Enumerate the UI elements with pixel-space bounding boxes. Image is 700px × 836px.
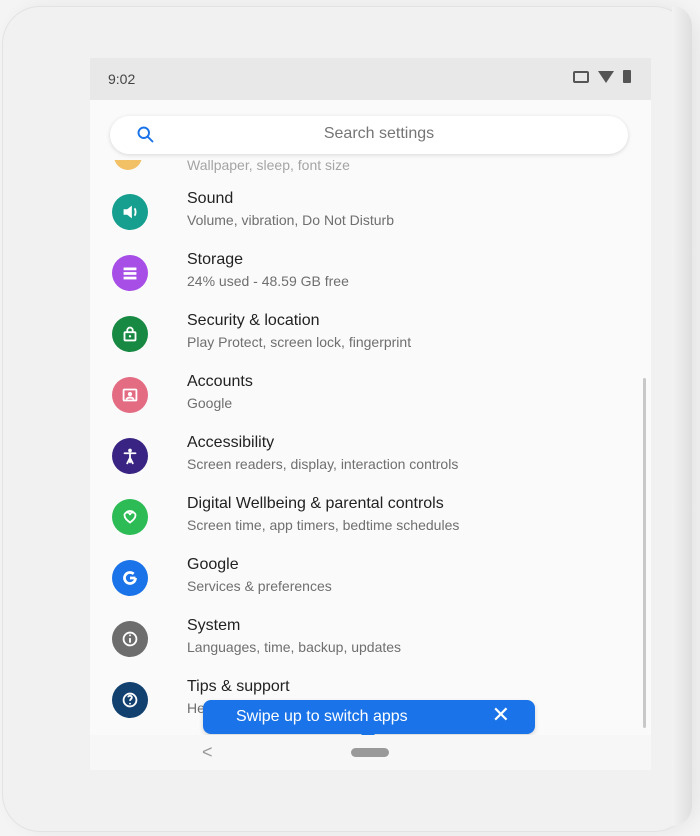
status-bar: 9:02 [90, 58, 651, 100]
display-icon [114, 160, 142, 170]
help-icon [112, 682, 148, 718]
settings-list: Wallpaper, sleep, font size Sound Volume… [90, 160, 651, 735]
wellbeing-icon [112, 499, 148, 535]
navigation-bar: < [90, 735, 651, 770]
setting-subtitle: Services & preferences [187, 578, 332, 594]
close-icon[interactable]: ✕ [492, 704, 510, 726]
status-icons [573, 70, 631, 83]
storage-icon [112, 255, 148, 291]
display-row-partial[interactable]: Wallpaper, sleep, font size [90, 160, 651, 176]
lock-icon [112, 316, 148, 352]
setting-subtitle: Languages, time, backup, updates [187, 639, 402, 655]
setting-subtitle: Google [187, 395, 233, 411]
setting-subtitle: 24% used - 48.59 GB free [187, 273, 349, 289]
settings-screen: 9:02 Wallpaper, sleep, font size Sound V… [90, 58, 651, 770]
setting-row-security-location[interactable]: Security & location Play Protect, screen… [90, 303, 651, 364]
setting-row-digital-wellbeing[interactable]: Digital Wellbeing & parental controls Sc… [90, 486, 651, 547]
phone-edge [672, 6, 692, 826]
setting-title: Storage [187, 251, 244, 268]
sound-icon [112, 194, 148, 230]
setting-subtitle: Screen readers, display, interaction con… [187, 456, 459, 472]
setting-title: Digital Wellbeing & parental controls [187, 495, 444, 512]
back-icon[interactable]: < [202, 742, 213, 763]
scrollbar[interactable] [643, 378, 646, 728]
accounts-icon [112, 377, 148, 413]
setting-row-accounts[interactable]: Accounts Google [90, 364, 651, 425]
battery-icon [623, 70, 631, 83]
home-pill[interactable] [351, 748, 389, 757]
status-time: 9:02 [108, 71, 136, 87]
search-icon[interactable] [135, 124, 156, 145]
setting-row-sound[interactable]: Sound Volume, vibration, Do Not Disturb [90, 181, 651, 242]
cast-icon [573, 70, 589, 83]
setting-title: System [187, 617, 241, 634]
accessibility-icon [112, 438, 148, 474]
setting-row-accessibility[interactable]: Accessibility Screen readers, display, i… [90, 425, 651, 486]
setting-title: Google [187, 556, 239, 573]
display-subtitle-partial: Wallpaper, sleep, font size [187, 160, 350, 173]
setting-subtitle: Play Protect, screen lock, fingerprint [187, 334, 412, 350]
swipe-toast[interactable]: Swipe up to switch apps ✕ [203, 700, 535, 741]
setting-row-google[interactable]: Google Services & preferences [90, 547, 651, 608]
setting-title: Accounts [187, 373, 253, 390]
info-icon [112, 621, 148, 657]
setting-title: Security & location [187, 312, 320, 329]
setting-row-system[interactable]: System Languages, time, backup, updates [90, 608, 651, 669]
setting-title: Sound [187, 190, 234, 207]
wifi-icon [598, 70, 614, 83]
setting-subtitle: Volume, vibration, Do Not Disturb [187, 212, 394, 228]
toast-text: Swipe up to switch apps [236, 708, 408, 725]
setting-title: Tips & support [187, 678, 290, 695]
setting-row-storage[interactable]: Storage 24% used - 48.59 GB free [90, 242, 651, 303]
google-icon [112, 560, 148, 596]
setting-title: Accessibility [187, 434, 275, 451]
search-bar[interactable] [110, 116, 628, 154]
setting-subtitle: Screen time, app timers, bedtime schedul… [187, 517, 460, 533]
search-input[interactable] [165, 124, 593, 144]
